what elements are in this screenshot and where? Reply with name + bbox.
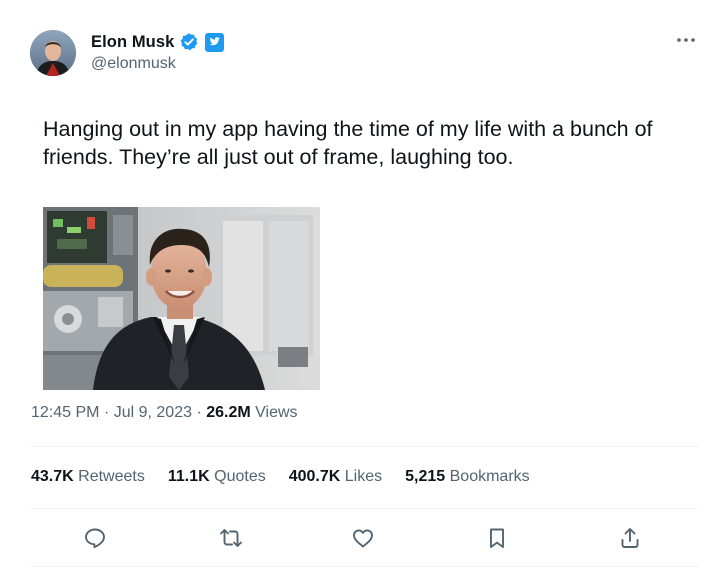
retweet-button[interactable] [213,520,249,556]
author-handle[interactable]: @elonmusk [91,55,176,73]
divider-bottom [31,566,699,567]
like-button[interactable] [345,520,381,556]
meta-separator: · [103,404,110,421]
reply-icon [85,528,105,549]
author-display-name[interactable]: Elon Musk [91,33,174,52]
likes-count: 400.7K [288,468,341,485]
divider-top [31,446,699,447]
likes-label: Likes [344,468,383,485]
tweet-text: Hanging out in my app having the time of… [43,117,653,169]
share-button[interactable] [612,520,648,556]
likes-stat[interactable]: 400.7K Likes [289,468,382,486]
tweet-meta: 12:45 PM · Jul 9, 2023 · 26.2M Views [31,404,298,422]
engagement-stats: 43.7K Retweets 11.1K Quotes 400.7K Likes… [31,468,553,486]
retweets-label: Retweets [78,468,145,485]
meta-separator-2: · [196,404,202,421]
quotes-count: 11.1K [167,468,210,485]
tweet-actions [0,520,716,556]
author-name-row: Elon Musk [91,31,225,53]
author-avatar[interactable] [30,30,76,76]
quotes-stat[interactable]: 11.1K Quotes [168,468,266,486]
quotes-label: Quotes [214,468,266,485]
verified-badge-icon [179,32,199,52]
more-horizontal-icon [677,38,695,42]
bookmarks-stat[interactable]: 5,215 Bookmarks [405,468,530,486]
bookmark-icon [490,528,504,548]
reply-button[interactable] [77,520,113,556]
views-label: Views [255,404,298,421]
bookmark-button[interactable] [479,520,515,556]
retweets-count: 43.7K [31,468,74,485]
heart-icon [353,529,373,548]
tweet-date[interactable]: Jul 9, 2023 [114,404,192,421]
views-count: 26.2M [206,404,251,421]
bookmarks-label: Bookmarks [449,468,530,485]
more-options-button[interactable] [672,28,700,52]
tweet-card: Elon Musk @elonmusk Hanging out in my ap… [0,0,716,576]
retweet-icon [220,529,242,547]
retweets-stat[interactable]: 43.7K Retweets [31,468,145,486]
share-icon [621,528,639,548]
tweet-photo[interactable] [43,207,320,390]
tweet-time[interactable]: 12:45 PM [31,404,99,421]
photo-image [43,207,320,390]
divider-middle [31,508,699,509]
bookmarks-count: 5,215 [405,468,446,485]
twitter-bird-badge-icon [205,32,225,52]
